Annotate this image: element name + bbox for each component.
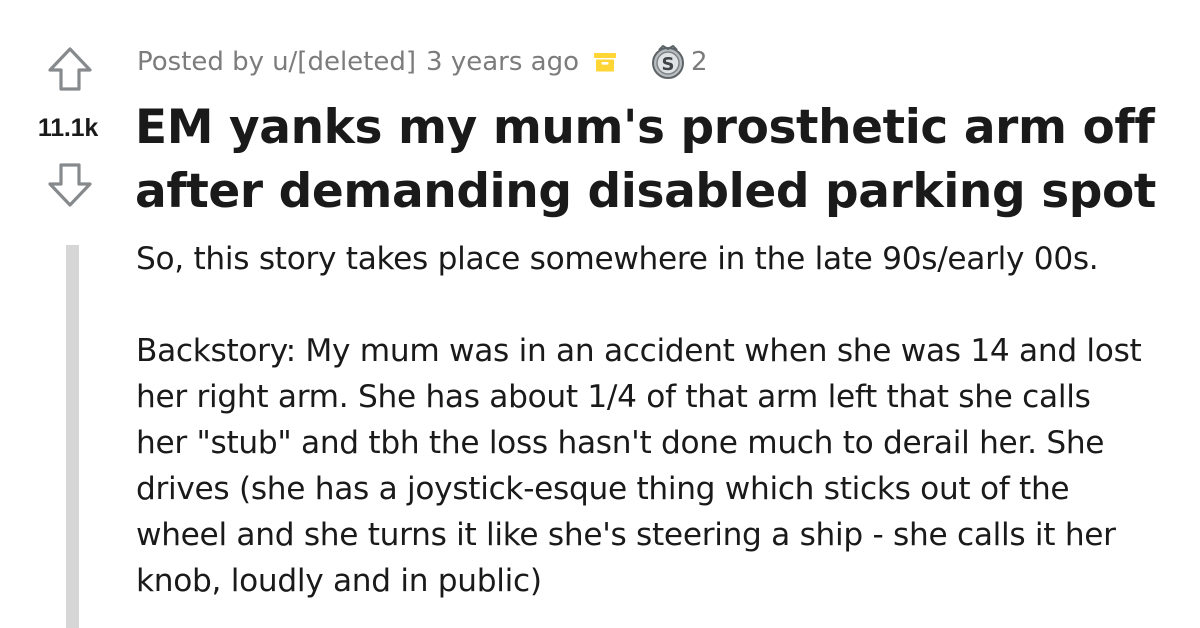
silver-award-icon: S: [650, 44, 686, 80]
post-meta: Posted by u/[deleted] 3 years ago S 2: [137, 42, 708, 82]
author-link[interactable]: u/[deleted]: [272, 47, 416, 77]
post-paragraph: Backstory: My mum was in an accident whe…: [136, 333, 1142, 599]
award-badge[interactable]: S 2: [650, 44, 708, 80]
thread-collapse-line[interactable]: [66, 245, 79, 628]
vote-score: 11.1k: [37, 114, 99, 142]
downvote-arrow-icon: [48, 163, 92, 207]
vote-column: 11.1k: [0, 0, 136, 628]
posted-by-label: Posted by: [137, 47, 265, 77]
downvote-button[interactable]: [46, 161, 94, 209]
post-body: So, this story takes place somewhere in …: [136, 236, 1146, 628]
archive-box-icon: [593, 50, 617, 74]
post-title[interactable]: EM yanks my mum's prosthetic arm off aft…: [135, 96, 1175, 224]
post-paragraph: So, this story takes place somewhere in …: [136, 241, 1099, 277]
post-timestamp: 3 years ago: [426, 47, 579, 77]
svg-text:S: S: [662, 54, 675, 75]
upvote-button[interactable]: [46, 45, 94, 93]
award-count: 2: [690, 47, 708, 77]
upvote-arrow-icon: [48, 47, 92, 91]
